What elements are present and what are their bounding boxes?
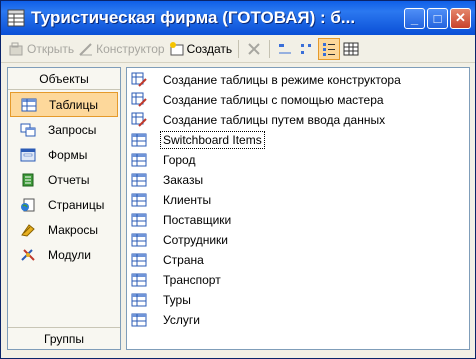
- minimize-button[interactable]: _: [404, 7, 425, 29]
- large-icons-icon: [279, 43, 292, 53]
- objects-item-pages[interactable]: Страницы: [10, 192, 118, 217]
- list-item-label: Switchboard Items: [160, 131, 265, 149]
- list-view-icon: [323, 42, 336, 56]
- list-item-table[interactable]: Поставщики: [127, 210, 469, 230]
- objects-item-label: Страницы: [48, 197, 105, 212]
- list-item-label: Транспорт: [163, 273, 221, 287]
- table-icon: [131, 132, 147, 148]
- list-item-table[interactable]: Транспорт: [127, 270, 469, 290]
- table-icon: [131, 272, 147, 288]
- table-icon: [131, 292, 147, 308]
- list-view-button[interactable]: [318, 37, 341, 60]
- objects-item-reports[interactable]: Отчеты: [10, 167, 118, 192]
- list-item-create-datasheet[interactable]: Создание таблицы путем ввода данных: [127, 110, 469, 130]
- table-icon: [131, 152, 147, 168]
- objects-item-label: Макросы: [48, 222, 99, 237]
- objects-item-queries[interactable]: Запросы: [10, 117, 118, 142]
- create-label: Создать: [186, 41, 233, 56]
- form-icon: [20, 147, 38, 163]
- wizard-icon: [131, 92, 147, 108]
- list-item-label: Клиенты: [163, 193, 212, 207]
- list-item-create-design[interactable]: Создание таблицы в режиме конструктора: [127, 70, 469, 90]
- details-view-icon: [343, 42, 359, 55]
- window-controls: _ □ ✕: [404, 7, 471, 29]
- list-item-table[interactable]: Страна: [127, 250, 469, 270]
- list-item-label: Заказы: [163, 173, 204, 187]
- close-button[interactable]: ✕: [450, 7, 471, 29]
- objects-header[interactable]: Объекты: [8, 68, 120, 90]
- list-item-create-wizard[interactable]: Создание таблицы с помощью мастера: [127, 90, 469, 110]
- design-button[interactable]: Конструктор: [76, 38, 166, 60]
- groups-header[interactable]: Группы: [8, 327, 120, 349]
- list-item-table[interactable]: Город: [127, 150, 469, 170]
- table-icon: [131, 212, 147, 228]
- design-icon: [78, 41, 94, 57]
- list-item-label: Создание таблицы в режиме конструктора: [163, 73, 401, 87]
- create-button[interactable]: Создать: [167, 38, 235, 60]
- table-icon: [131, 172, 147, 188]
- macro-icon: [20, 222, 38, 238]
- objects-item-label: Таблицы: [49, 97, 99, 112]
- title-bar[interactable]: Туристическая фирма (ГОТОВАЯ) : б... _ □…: [1, 1, 475, 35]
- list-item-table[interactable]: Switchboard Items: [127, 130, 469, 150]
- table-icon: [21, 97, 39, 113]
- list-item-table[interactable]: Клиенты: [127, 190, 469, 210]
- list-item-table[interactable]: Туры: [127, 290, 469, 310]
- list-item-label: Город: [163, 153, 196, 167]
- toolbar-separator: [269, 39, 271, 58]
- large-icons-button[interactable]: [274, 38, 296, 60]
- list-item-table[interactable]: Сотрудники: [127, 230, 469, 250]
- toolbar-separator: [238, 39, 240, 58]
- list-item-table[interactable]: Услуги: [127, 310, 469, 330]
- new-object-icon: [169, 41, 185, 57]
- wizard-icon: [131, 72, 147, 88]
- table-icon: [131, 192, 147, 208]
- table-icon: [131, 252, 147, 268]
- toolbar: Открыть Конструктор Создать: [1, 35, 475, 63]
- query-icon: [20, 122, 38, 138]
- objects-item-label: Запросы: [48, 122, 97, 137]
- objects-bar: Объекты Таблицы Запросы Формы Отчеты Стр…: [7, 67, 121, 350]
- objects-item-label: Формы: [48, 147, 88, 162]
- list-item-label: Страна: [163, 253, 204, 267]
- list-item-label: Сотрудники: [163, 233, 228, 247]
- maximize-button[interactable]: □: [427, 7, 448, 29]
- objects-item-tables[interactable]: Таблицы: [10, 92, 118, 117]
- list-item-label: Создание таблицы путем ввода данных: [163, 113, 386, 127]
- open-button[interactable]: Открыть: [7, 38, 76, 60]
- database-window: Туристическая фирма (ГОТОВАЯ) : б... _ □…: [0, 0, 476, 359]
- object-list[interactable]: Создание таблицы в режиме конструктора С…: [126, 67, 470, 350]
- objects-item-macros[interactable]: Макросы: [10, 217, 118, 242]
- list-item-label: Услуги: [163, 313, 200, 327]
- objects-item-label: Отчеты: [48, 172, 90, 187]
- delete-icon: [248, 42, 260, 55]
- open-label: Открыть: [27, 41, 75, 56]
- table-icon: [131, 232, 147, 248]
- objects-item-label: Модули: [48, 247, 91, 262]
- database-icon: [7, 9, 25, 27]
- wizard-icon: [131, 112, 147, 128]
- objects-item-modules[interactable]: Модули: [10, 242, 118, 267]
- window-title: Туристическая фирма (ГОТОВАЯ) : б...: [31, 8, 356, 27]
- details-view-button[interactable]: [340, 38, 362, 60]
- table-icon: [131, 312, 147, 328]
- module-icon: [20, 247, 38, 263]
- open-icon: [9, 41, 25, 57]
- list-item-table[interactable]: Заказы: [127, 170, 469, 190]
- list-item-label: Создание таблицы с помощью мастера: [163, 93, 384, 107]
- report-icon: [20, 172, 38, 188]
- small-icons-button[interactable]: [296, 38, 318, 60]
- list-item-label: Поставщики: [163, 213, 232, 227]
- objects-item-forms[interactable]: Формы: [10, 142, 118, 167]
- delete-button[interactable]: [243, 38, 265, 60]
- design-label: Конструктор: [96, 41, 165, 56]
- objects-list: Таблицы Запросы Формы Отчеты Страницы Ма…: [8, 90, 120, 267]
- small-icons-icon: [301, 43, 312, 54]
- page-icon: [20, 197, 38, 213]
- list-item-label: Туры: [163, 293, 191, 307]
